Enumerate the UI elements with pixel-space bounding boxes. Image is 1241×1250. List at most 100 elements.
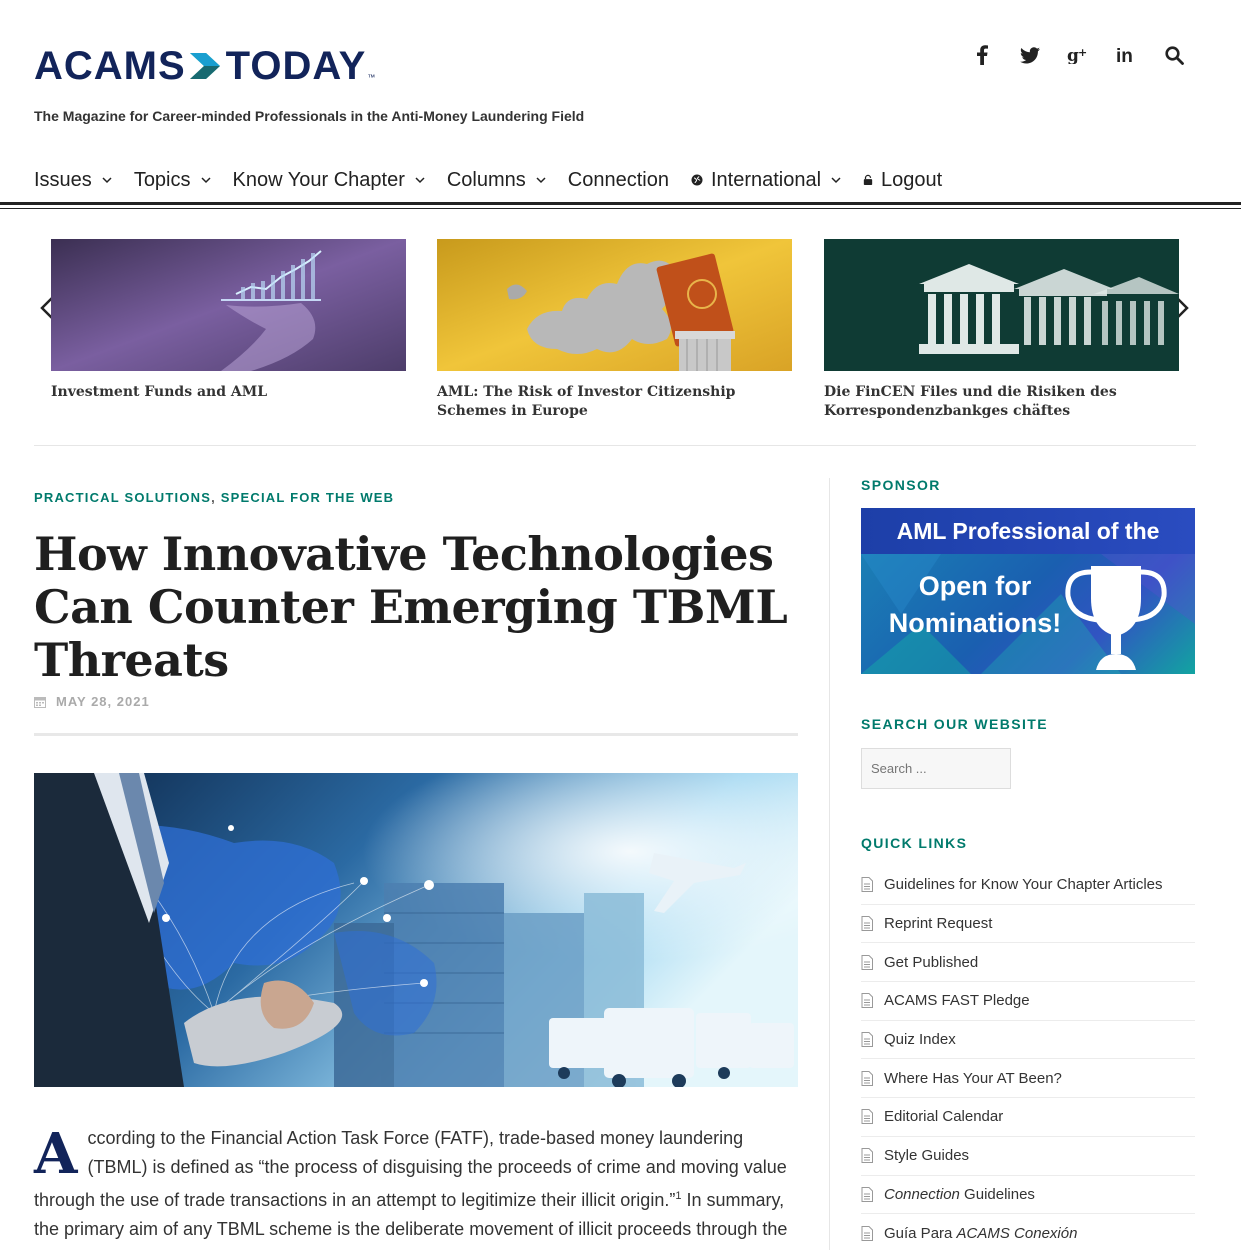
social-links: g + in [971,42,1185,68]
hero-image-trade-logistics [34,773,798,1087]
carousel-slide[interactable]: Die FinCEN Files und die Risiken des Kor… [824,239,1179,421]
quicklink-label: Style Guides [884,1147,970,1165]
quicklink-label: Get Published [884,953,979,971]
quicklink-label-italic: ACAMS Conexión [956,1224,1078,1242]
quicklink-label: Quiz Index [884,1031,956,1049]
nav-item-connection[interactable]: Connection [568,166,669,194]
document-icon [861,1109,873,1125]
facebook-icon[interactable] [971,42,993,68]
quicklink-label: Connection Guidelines [884,1186,1035,1203]
sponsor-banner-text: Open for Nominations! [875,568,1075,642]
logo-trademark: ™ [367,73,376,82]
article-body: According to the Financial Action Task F… [34,1124,798,1244]
document-icon [861,1186,873,1202]
quicklinks-heading: QUICK LINKS [861,835,968,851]
lock-icon [863,174,873,185]
linkedin-icon[interactable]: in [1115,42,1137,68]
nav-item-label: Logout [881,168,943,191]
chevron-down-icon [102,177,112,184]
quicklink-label: Editorial Calendar [884,1108,1004,1126]
svg-text:+: + [1078,46,1087,59]
category-link[interactable]: PRACTICAL SOLUTIONS [34,490,211,505]
main-nav: Issues Topics Know Your Chapter Columns … [34,166,964,194]
nav-item-issues[interactable]: Issues [34,166,112,194]
quicklink-item[interactable]: Reprint Request [861,905,1195,944]
slide-title[interactable]: AML: The Risk of Investor Citizenship Sc… [437,383,792,421]
document-icon [861,1070,873,1086]
document-icon [861,993,873,1009]
drop-cap: A [34,1121,78,1187]
twitter-icon[interactable] [1019,42,1041,68]
carousel-slide[interactable]: AML: The Risk of Investor Citizenship Sc… [437,239,792,421]
document-icon [861,916,873,932]
chevron-down-icon [415,177,425,184]
logo-arrow-icon [189,53,220,79]
quicklink-label-italic: Connection [884,1185,960,1203]
document-icon [861,954,873,970]
chevron-down-icon [536,177,546,184]
calendar-icon [34,696,46,708]
quicklink-item[interactable]: Where Has Your AT Been? [861,1059,1195,1099]
quicklink-item[interactable]: Connection Guidelines [861,1176,1195,1215]
sponsor-line-1: Open for [918,571,1032,601]
nav-item-know-your-chapter[interactable]: Know Your Chapter [233,166,425,194]
quicklink-label: ACAMS FAST Pledge [884,992,1030,1010]
carousel-slide[interactable]: Investment Funds and AML [51,239,406,402]
nav-item-columns[interactable]: Columns [447,166,546,194]
category-separator: , [211,490,216,505]
quicklink-item[interactable]: Style Guides [861,1137,1195,1176]
logo-text-acams: ACAMS [34,44,186,88]
nav-item-label: Issues [34,168,92,191]
slide-title[interactable]: Die FinCEN Files und die Risiken des Kor… [824,383,1179,421]
trophy-icon [1065,566,1167,670]
site-tagline: The Magazine for Career-minded Professio… [34,108,585,124]
quicklink-label: Guidelines for Know Your Chapter Article… [884,876,1163,894]
quicklink-item[interactable]: Guía Para ACAMS Conexión [861,1214,1195,1250]
quicklink-item[interactable]: Quiz Index [861,1021,1195,1060]
quicklink-item[interactable]: Editorial Calendar [861,1098,1195,1137]
sponsor-banner[interactable]: AML Professional of the Month Open for N… [861,508,1195,674]
nav-divider [0,202,1241,209]
article-divider [34,733,798,736]
article-categories: PRACTICAL SOLUTIONS, SPECIAL FOR THE WEB [34,490,394,505]
slide-title[interactable]: Investment Funds and AML [51,383,406,402]
sponsor-line-2: Nominations! [888,608,1062,638]
quicklink-item[interactable]: Get Published [861,943,1195,983]
quicklink-label: Reprint Request [884,915,993,933]
article-date: MAY 28, 2021 [34,694,150,709]
article-title: How Innovative Technologies Can Counter … [34,527,788,687]
quicklink-label: Where Has Your AT Been? [884,1069,1062,1087]
quicklink-item[interactable]: ACAMS FAST Pledge [861,982,1195,1021]
sidebar-divider [829,478,830,1250]
document-icon [861,877,873,893]
nav-item-topics[interactable]: Topics [134,166,211,194]
quicklinks-list: Guidelines for Know Your Chapter Article… [861,866,1195,1250]
bank-columns-image [824,239,1179,371]
svg-text:in: in [1116,46,1133,64]
quicklink-item[interactable]: Guidelines for Know Your Chapter Article… [861,866,1195,905]
quicklink-label: Guía Para ACAMS Conexión [884,1225,1077,1242]
search-icon[interactable] [1163,42,1185,68]
logo-text-today: TODAY [225,44,367,88]
category-link[interactable]: SPECIAL FOR THE WEB [221,490,395,505]
document-icon [861,1225,873,1241]
date-text: MAY 28, 2021 [56,694,150,709]
google-plus-icon[interactable]: g + [1067,42,1089,68]
nav-item-label: Know Your Chapter [232,168,405,191]
sponsor-heading: SPONSOR [861,477,941,493]
chevron-down-icon [831,177,841,184]
nav-item-label: Columns [446,168,526,191]
purple-chart-hand-image [51,239,406,371]
nav-item-label: Connection [567,168,669,191]
chevron-down-icon [200,177,211,184]
europe-passport-image [437,239,792,371]
search-input[interactable] [861,748,1011,789]
quicklink-label-prefix: Guía Para [884,1224,957,1242]
nav-item-international[interactable]: International [691,166,841,194]
nav-item-label: International [710,168,822,191]
sponsor-banner-title: AML Professional of the Month [861,508,1195,590]
site-logo[interactable]: ACAMS TODAY ™ [34,46,375,86]
nav-item-logout[interactable]: Logout [863,166,942,194]
search-heading: SEARCH OUR WEBSITE [861,716,1048,732]
document-icon [861,1148,873,1164]
